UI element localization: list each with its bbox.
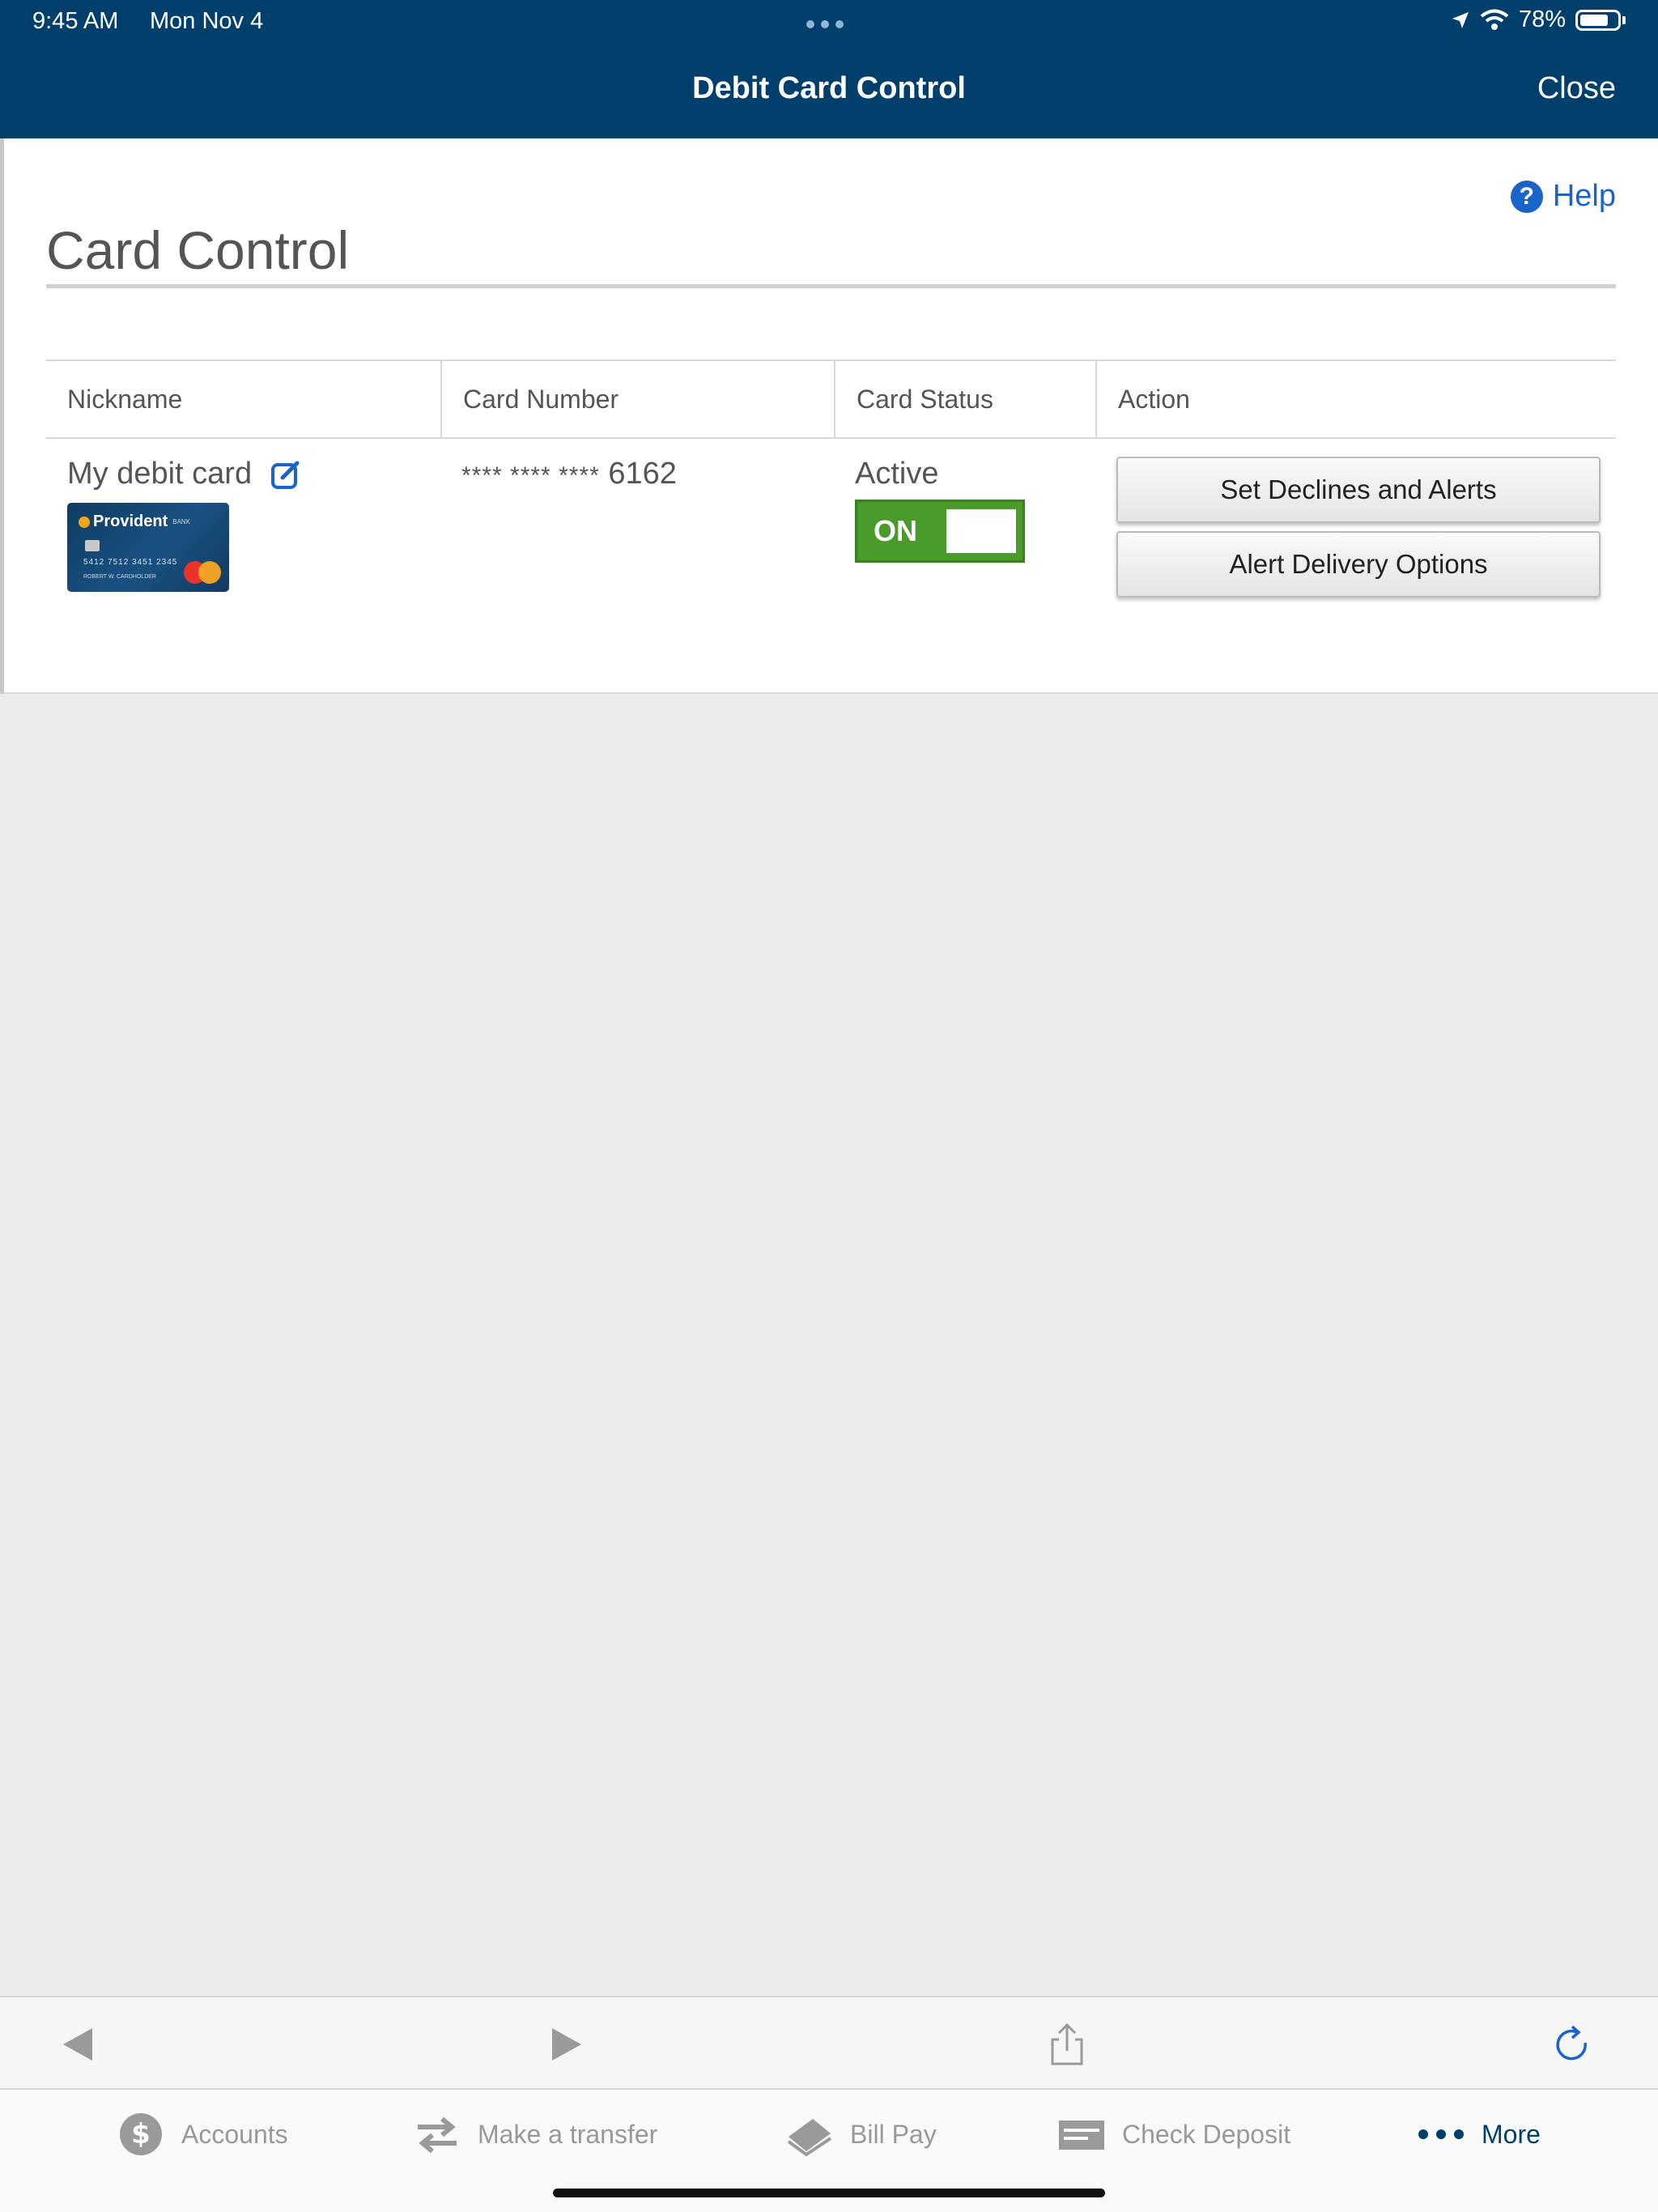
battery-percent: 78% xyxy=(1518,6,1566,32)
help-label: Help xyxy=(1552,179,1616,213)
svg-text:$: $ xyxy=(131,2118,151,2150)
nickname-cell: My debit card Provident BANK 5412 7512 3… xyxy=(46,457,440,606)
wifi-icon xyxy=(1480,9,1509,30)
reload-icon[interactable] xyxy=(1550,2022,1595,2067)
header-action: Action xyxy=(1095,361,1616,437)
status-indicators: 78% xyxy=(1451,6,1626,33)
page-title: Card Control xyxy=(46,220,350,280)
card-brand: Provident BANK xyxy=(79,513,190,531)
card-chip xyxy=(85,540,100,551)
action-cell: Set Declines and Alerts Alert Delivery O… xyxy=(1095,457,1616,606)
toggle-knob xyxy=(946,509,1016,553)
header-card-status: Card Status xyxy=(834,361,1095,437)
header-nickname: Nickname xyxy=(67,384,183,414)
header-card-number: Card Number xyxy=(440,361,834,437)
tab-check-deposit-label: Check Deposit xyxy=(1122,2119,1291,2149)
forward-arrow-icon[interactable] xyxy=(544,2022,589,2067)
card-status-toggle[interactable]: ON xyxy=(855,500,1025,563)
card-number-mask: **** **** **** xyxy=(461,462,600,489)
help-icon: ? xyxy=(1510,180,1543,213)
tab-more-label: More xyxy=(1482,2119,1541,2149)
close-button[interactable]: Close xyxy=(1537,71,1616,106)
back-arrow-icon[interactable] xyxy=(55,2022,100,2067)
tab-accounts-label: Accounts xyxy=(181,2119,288,2149)
card-image-number: 5412 7512 3451 2345 xyxy=(83,558,178,567)
card-status-cell: Active ON xyxy=(834,457,1095,606)
tab-accounts[interactable]: $ Accounts xyxy=(117,2112,288,2156)
debit-card-image: Provident BANK 5412 7512 3451 2345 ROBER… xyxy=(67,503,229,592)
home-indicator[interactable] xyxy=(553,2189,1105,2197)
share-icon[interactable] xyxy=(1044,2022,1090,2067)
battery-icon xyxy=(1575,9,1621,31)
help-link[interactable]: ? Help xyxy=(1510,179,1616,214)
table-header: Nickname Card Number Card Status Action xyxy=(46,359,1616,439)
status-date: Mon Nov 4 xyxy=(150,8,264,34)
bill-pay-icon xyxy=(787,2119,832,2156)
card-image-holder: ROBERT W. CARDHOLDER xyxy=(83,574,156,580)
nav-title: Debit Card Control xyxy=(692,71,966,105)
table-row: My debit card Provident BANK 5412 7512 3… xyxy=(46,439,1616,606)
toggle-label: ON xyxy=(874,514,917,547)
tab-check-deposit[interactable]: Check Deposit xyxy=(1057,2112,1290,2156)
set-declines-alerts-button[interactable]: Set Declines and Alerts xyxy=(1116,457,1601,523)
multitasking-dots-icon[interactable] xyxy=(806,18,850,32)
more-dots-icon xyxy=(1418,2129,1464,2139)
check-icon xyxy=(1059,2121,1104,2150)
card-table: Nickname Card Number Card Status Action … xyxy=(46,359,1616,606)
tab-more[interactable]: More xyxy=(1417,2112,1541,2156)
card-nickname: My debit card xyxy=(67,457,253,491)
mastercard-logo-icon xyxy=(184,561,221,584)
tab-make-transfer-label: Make a transfer xyxy=(478,2119,658,2149)
tab-bill-pay[interactable]: Bill Pay xyxy=(785,2112,937,2156)
edit-icon[interactable] xyxy=(270,458,302,491)
card-status-text: Active xyxy=(855,457,939,491)
tab-bill-pay-label: Bill Pay xyxy=(850,2119,937,2149)
card-control-panel: ? Help Card Control Nickname Card Number… xyxy=(0,138,1658,694)
status-time: 9:45 AM xyxy=(32,8,119,34)
card-last4: 6162 xyxy=(608,457,677,491)
alert-delivery-options-button[interactable]: Alert Delivery Options xyxy=(1116,531,1601,598)
transfer-arrows-icon xyxy=(418,2116,457,2154)
card-number-cell: **** **** **** 6162 xyxy=(440,457,834,606)
location-arrow-icon xyxy=(1452,11,1469,28)
title-divider xyxy=(46,284,1616,288)
browser-toolbar xyxy=(0,1996,1658,2090)
tab-bar: $ Accounts Make a transfer Bill Pay Chec… xyxy=(0,2090,1658,2212)
dollar-icon: $ xyxy=(120,2113,162,2155)
top-bar: 9:45 AM Mon Nov 4 78% Debit Card Control… xyxy=(0,0,1658,138)
tab-make-transfer[interactable]: Make a transfer xyxy=(413,2112,657,2156)
